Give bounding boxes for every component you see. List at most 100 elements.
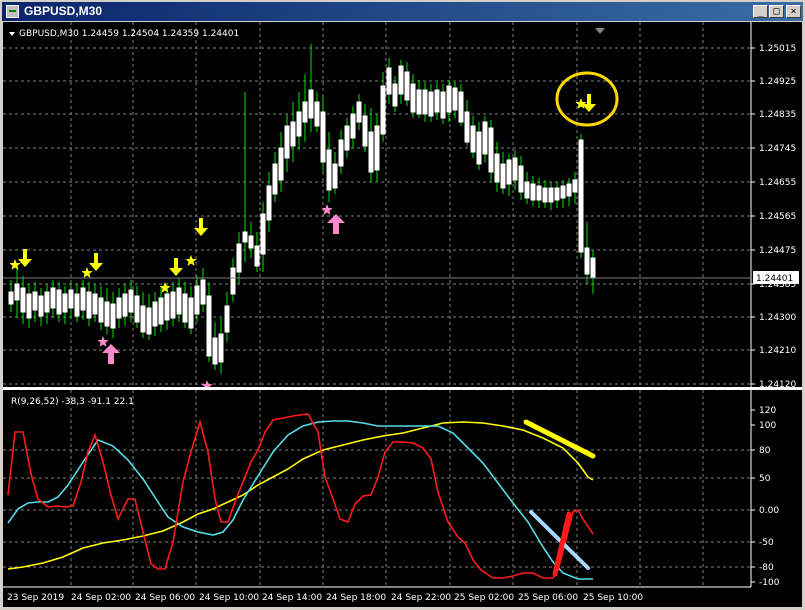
candle-body	[326, 149, 332, 191]
candle-body	[308, 89, 314, 119]
candle-body	[554, 187, 560, 201]
candle-body	[200, 279, 206, 305]
candle-body	[452, 87, 458, 111]
indicator-tick-label: -80	[759, 563, 774, 573]
time-axis-label: 25 Sep 02:00	[454, 593, 514, 603]
candle-body	[542, 187, 548, 203]
candle-body	[110, 303, 116, 329]
candle-body	[134, 295, 140, 323]
price-tick-label: 1.24655	[759, 178, 796, 188]
candle-body	[164, 293, 170, 321]
candle-body	[566, 183, 572, 197]
candle-body	[518, 165, 524, 193]
indicator-separator[interactable]	[3, 387, 802, 390]
candle-body	[434, 89, 440, 113]
price-tick-label: 1.24475	[759, 246, 796, 256]
time-axis-label: 24 Sep 22:00	[391, 593, 451, 603]
candle-body	[8, 291, 14, 305]
chart-area[interactable]: GBPUSD,M30 1.24459 1.24504 1.24359 1.244…	[3, 22, 802, 607]
candle-body	[182, 293, 188, 323]
candle-body	[242, 231, 248, 243]
candle-body	[560, 185, 566, 199]
title-bar[interactable]: GBPUSD,M30 _ □ ×	[2, 2, 803, 21]
candle-body	[152, 301, 158, 327]
candle-body	[116, 297, 122, 319]
candle-body	[140, 305, 146, 333]
candle-body	[494, 153, 500, 183]
price-tick-label: 1.24835	[759, 110, 796, 120]
candle-body	[128, 289, 134, 313]
candle-body	[104, 301, 110, 327]
time-axis-label: 23 Sep 2019	[7, 593, 64, 603]
candle-body	[26, 293, 32, 319]
minimize-button[interactable]: _	[753, 5, 768, 18]
candle-body	[410, 83, 416, 113]
candle-body	[146, 307, 152, 335]
candle-body	[86, 291, 92, 319]
time-axis-label: 24 Sep 14:00	[262, 593, 322, 603]
chart-header: GBPUSD,M30 1.24459 1.24504 1.24359 1.244…	[19, 29, 239, 39]
candle-body	[530, 183, 536, 201]
price-tick-label: 1.25015	[759, 44, 796, 54]
candle-body	[122, 293, 128, 317]
candle-body	[92, 293, 98, 315]
candle-body	[356, 101, 362, 123]
candle-body	[428, 91, 434, 117]
candle-body	[44, 291, 50, 313]
candle-body	[512, 157, 518, 181]
indicator-tick-label: 80	[759, 446, 771, 456]
candle-body	[296, 111, 302, 137]
candle-body	[386, 67, 392, 95]
candle-body	[524, 181, 530, 199]
candle-body	[548, 187, 554, 203]
candle-body	[248, 235, 254, 249]
close-button[interactable]: ×	[786, 5, 801, 18]
candle-body	[56, 289, 62, 315]
candle-body	[470, 125, 476, 153]
candle-body	[578, 139, 584, 253]
candle-body	[266, 185, 272, 221]
candle-body	[80, 287, 86, 311]
current-price-label: 1.24401	[756, 274, 793, 284]
price-tick-label: 1.24745	[759, 144, 796, 154]
candle-body	[584, 247, 590, 275]
maximize-button[interactable]: □	[769, 5, 784, 18]
candle-body	[350, 113, 356, 139]
candle-body	[230, 267, 236, 295]
candle-body	[218, 333, 224, 363]
candle-body	[74, 293, 80, 317]
candle-body	[404, 71, 410, 101]
candle-body	[62, 293, 68, 313]
time-axis-label: 24 Sep 10:00	[199, 593, 259, 603]
candle-body	[344, 125, 350, 151]
candle-body	[302, 101, 308, 123]
indicator-tick-label: -50	[759, 538, 774, 548]
indicator-tick-label: 0.00	[759, 506, 779, 516]
candle-body	[224, 305, 230, 333]
time-axis: 23 Sep 2019 24 Sep 02:00 24 Sep 06:00 24 Se…	[7, 593, 643, 603]
candle-body	[38, 295, 44, 317]
candle-body	[368, 131, 374, 173]
time-axis-label: 24 Sep 02:00	[71, 593, 131, 603]
indicator-tick-label: 120	[759, 406, 776, 416]
candle-body	[464, 111, 470, 143]
candle-body	[50, 287, 56, 309]
candle-body	[380, 85, 386, 135]
candle-body	[98, 297, 104, 323]
candle-body	[314, 101, 320, 127]
candle-body	[416, 89, 422, 115]
candle-body	[338, 139, 344, 167]
time-axis-label: 25 Sep 10:00	[583, 593, 643, 603]
candle-body	[170, 291, 176, 319]
time-axis-label: 24 Sep 06:00	[135, 593, 195, 603]
candle-body	[254, 245, 260, 267]
candle-body	[278, 147, 284, 181]
candle-body	[260, 213, 266, 255]
candle-body	[320, 111, 326, 163]
candle-body	[194, 285, 200, 315]
chart-window-icon	[6, 5, 19, 18]
price-tick-label: 1.24565	[759, 212, 796, 222]
candle-body	[476, 131, 482, 165]
candle-body	[422, 89, 428, 115]
candle-body	[158, 297, 164, 325]
